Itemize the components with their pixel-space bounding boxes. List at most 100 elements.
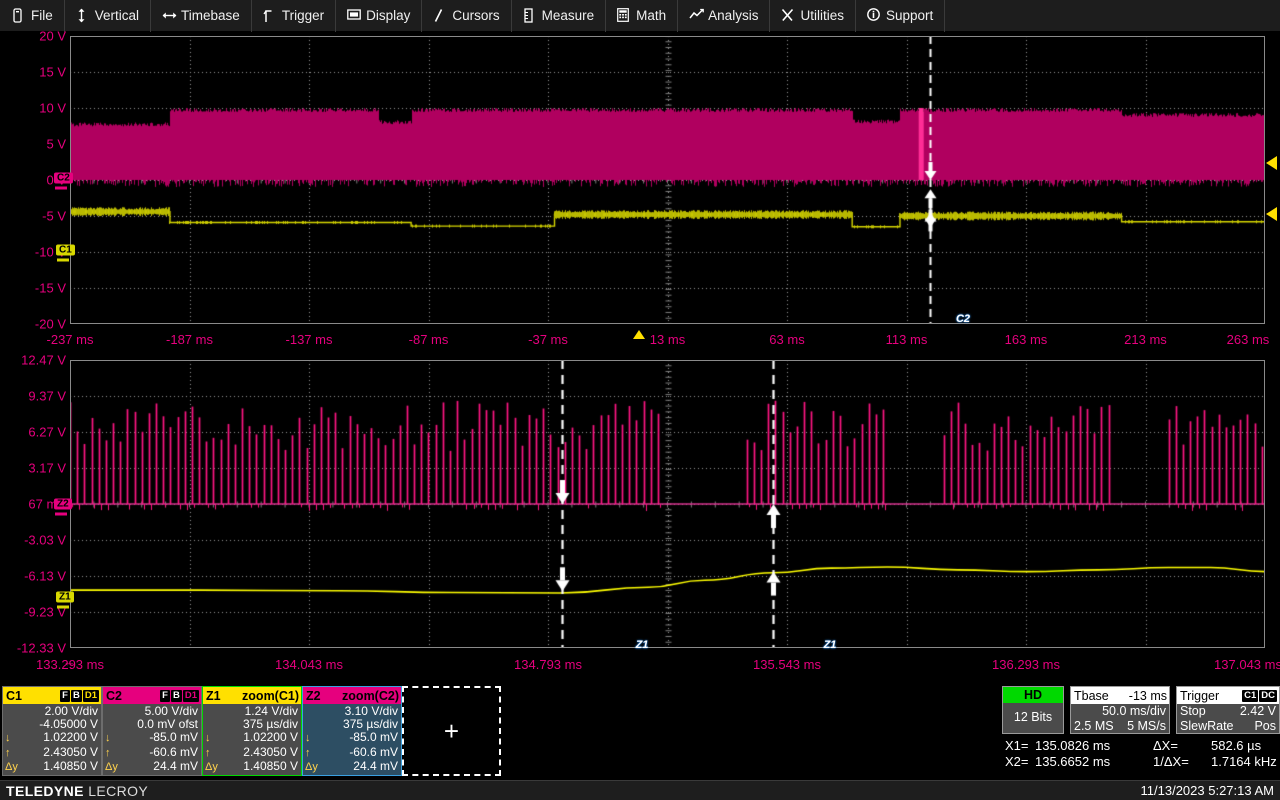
- descriptor-badge-f[interactable]: F: [60, 690, 70, 702]
- trace-descriptor-c2[interactable]: C2FBD15.00 V/div0.0 mV ofst↓-85.0 mV↑-60…: [102, 686, 202, 776]
- menu-item-display[interactable]: Display: [336, 0, 422, 32]
- descriptor-row-symbol: ↓: [5, 732, 15, 745]
- y-axis-tick-label: -9.23 V: [24, 605, 66, 620]
- trigger-level-marker-2[interactable]: [1266, 207, 1277, 221]
- descriptor-row-symbol: ↓: [105, 732, 115, 745]
- descriptor-row-symbol: ↑: [5, 747, 15, 760]
- trigger-badge-c1[interactable]: C1: [1242, 690, 1258, 702]
- trigger-level: 2.42 V: [1240, 704, 1276, 719]
- menu-item-file[interactable]: File: [0, 0, 65, 32]
- x1-label: X1=: [1005, 738, 1035, 754]
- descriptor-row: ↑2.43050 V: [5, 746, 98, 760]
- x-axis-tick-label: 134.043 ms: [275, 657, 343, 672]
- y-axis-tick-label: 12.47 V: [21, 353, 66, 368]
- descriptor-badge-f[interactable]: F: [160, 690, 170, 702]
- hd-label: HD: [1003, 687, 1063, 703]
- add-trace-button[interactable]: +: [402, 686, 501, 776]
- upper-graticule[interactable]: [70, 36, 1265, 324]
- menu-item-analysis[interactable]: Analysis: [678, 0, 770, 32]
- analysis-chart-icon: [689, 8, 702, 23]
- timebase-scale-row: 50.0 ms/div: [1071, 704, 1169, 719]
- menu-item-label: Trigger: [282, 8, 324, 23]
- display-screen-icon: [347, 8, 360, 23]
- trigger-badge-dc[interactable]: DC: [1259, 690, 1277, 702]
- trigger-mode-row: SlewRate Pos: [1177, 719, 1279, 734]
- descriptor-row-value: 1.02200 V: [15, 731, 98, 744]
- descriptor-row-symbol: ↑: [105, 747, 115, 760]
- descriptor-row: Δy1.40850 V: [205, 760, 298, 774]
- menu-item-vertical[interactable]: Vertical: [65, 0, 151, 32]
- menu-item-math[interactable]: Math: [606, 0, 678, 32]
- timebase-memory-row: 2.5 MS 5 MS/s: [1071, 719, 1169, 734]
- trigger-level-marker-1[interactable]: [1266, 156, 1277, 170]
- dx-value: 582.6 µs: [1211, 738, 1261, 754]
- y-axis-tick-label: 15 V: [39, 65, 66, 80]
- descriptor-row-value: -60.6 mV: [315, 746, 398, 759]
- menu-item-utilities[interactable]: Utilities: [770, 0, 856, 32]
- upper-waveform-canvas: [70, 36, 1265, 324]
- descriptor-header-z1: Z1zoom(C1): [203, 687, 301, 704]
- menu-item-timebase[interactable]: Timebase: [151, 0, 252, 32]
- brand-lecroy: LECROY: [88, 783, 148, 799]
- y-axis-tick-label: 9.37 V: [28, 389, 66, 404]
- descriptor-row-symbol: Δy: [205, 761, 215, 774]
- descriptor-row: ↓1.02200 V: [205, 731, 298, 745]
- trace-descriptor-z1[interactable]: Z1zoom(C1)1.24 V/div375 µs/div↓1.02200 V…: [202, 686, 302, 776]
- cursor-line-icon: [433, 8, 446, 23]
- x-axis-tick-label: -237 ms: [47, 332, 94, 347]
- trigger-header: Trigger C1DC: [1177, 687, 1279, 704]
- menu-item-measure[interactable]: Measure: [512, 0, 607, 32]
- y-axis-tick-label: -12.33 V: [17, 641, 66, 656]
- trigger-slope-icon: [263, 8, 276, 23]
- trigger-slope: Pos: [1254, 719, 1276, 734]
- datetime-readout: 11/13/2023 5:27:13 AM: [1141, 783, 1274, 798]
- descriptor-row: ↓1.02200 V: [5, 731, 98, 745]
- x-axis-tick-label: -87 ms: [409, 332, 449, 347]
- descriptor-badge-b[interactable]: B: [171, 690, 182, 702]
- descriptor-subtitle: zoom(C2): [342, 689, 399, 703]
- invdx-label: 1/ΔX=: [1153, 754, 1211, 770]
- plus-icon: +: [444, 716, 459, 747]
- dx-label: ΔX=: [1153, 738, 1211, 754]
- menu-item-label: Cursors: [452, 8, 499, 23]
- lower-waveform-canvas: [70, 360, 1265, 648]
- descriptor-values: 1.24 V/div375 µs/div↓1.02200 V↑2.43050 V…: [203, 704, 301, 774]
- descriptor-row-symbol: Δy: [5, 761, 15, 774]
- timebase-box[interactable]: Tbase -13 ms 50.0 ms/div 2.5 MS 5 MS/s: [1070, 686, 1170, 734]
- descriptor-row: ↑-60.6 mV: [105, 746, 198, 760]
- y-axis-tick-label: 67 mV: [28, 497, 66, 512]
- x-axis-tick-label: 13 ms: [650, 332, 685, 347]
- x-axis-tick-label: 213 ms: [1124, 332, 1167, 347]
- descriptor-badge-d1[interactable]: D1: [83, 690, 99, 702]
- descriptor-badge-d1[interactable]: D1: [183, 690, 199, 702]
- timebase-title: Tbase: [1074, 689, 1109, 703]
- menu-item-cursors[interactable]: Cursors: [422, 0, 511, 32]
- descriptor-values: 2.00 V/div-4.05000 V↓1.02200 V↑2.43050 V…: [3, 704, 101, 774]
- lower-zoom-graticule[interactable]: [70, 360, 1265, 648]
- y-axis-tick-label: 6.27 V: [28, 425, 66, 440]
- x-axis-tick-label: -37 ms: [528, 332, 568, 347]
- trace-descriptor-c1[interactable]: C1FBD12.00 V/div-4.05000 V↓1.02200 V↑2.4…: [2, 686, 102, 776]
- trigger-box[interactable]: Trigger C1DC Stop 2.42 V SlewRate Pos: [1176, 686, 1280, 734]
- menu-item-label: File: [31, 8, 53, 23]
- descriptor-row-value: 2.43050 V: [15, 746, 98, 759]
- hd-mode-box[interactable]: HD 12 Bits: [1002, 686, 1064, 734]
- calculator-icon: [617, 8, 630, 23]
- descriptor-title: Z2: [306, 689, 321, 703]
- menu-item-trigger[interactable]: Trigger: [252, 0, 336, 32]
- trigger-source-badges: C1DC: [1242, 690, 1277, 702]
- lower-y-axis-labels: 12.47 V9.37 V6.27 V3.17 V67 mV-3.03 V-6.…: [0, 360, 66, 648]
- menu-item-label: Display: [366, 8, 410, 23]
- x1-value: 135.0826 ms: [1035, 738, 1153, 754]
- wrench-icon: [781, 8, 794, 23]
- x2-value: 135.6652 ms: [1035, 754, 1153, 770]
- descriptor-row-value: -60.6 mV: [115, 746, 198, 759]
- descriptor-row-symbol: ↑: [205, 747, 215, 760]
- descriptor-badge-b[interactable]: B: [71, 690, 82, 702]
- descriptor-row-symbol: ↓: [205, 732, 215, 745]
- menu-item-label: Timebase: [181, 8, 240, 23]
- menu-item-support[interactable]: Support: [856, 0, 945, 32]
- trace-descriptor-z2[interactable]: Z2zoom(C2)3.10 V/div375 µs/div↓-85.0 mV↑…: [302, 686, 402, 776]
- descriptor-row: ↑-60.6 mV: [305, 746, 398, 760]
- file-icon: [12, 8, 25, 23]
